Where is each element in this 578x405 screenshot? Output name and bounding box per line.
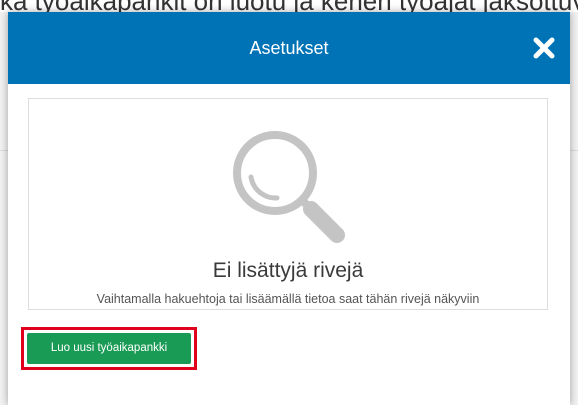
- close-button[interactable]: [530, 34, 558, 62]
- close-icon: [533, 37, 555, 59]
- empty-state-panel: Ei lisättyjä rivejä Vaihtamalla hakuehto…: [28, 98, 548, 310]
- dialog-title: Asetukset: [249, 38, 329, 58]
- empty-state-hint: Vaihtamalla hakuehtoja tai lisäämällä ti…: [96, 292, 480, 306]
- empty-state-title: Ei lisättyjä rivejä: [212, 259, 364, 282]
- create-time-bank-button[interactable]: Luo uusi työaikapankki: [27, 333, 191, 364]
- dialog-header: Asetukset: [8, 12, 570, 84]
- magnifier-icon: [233, 131, 345, 243]
- background-heading: ka työaikapankit on luotu ja kenen työaj…: [0, 0, 578, 12]
- settings-dialog: Asetukset Ei lisättyjä rivejä Vaihtamall…: [8, 12, 570, 405]
- background-heading-strip: ka työaikapankit on luotu ja kenen työaj…: [0, 0, 578, 12]
